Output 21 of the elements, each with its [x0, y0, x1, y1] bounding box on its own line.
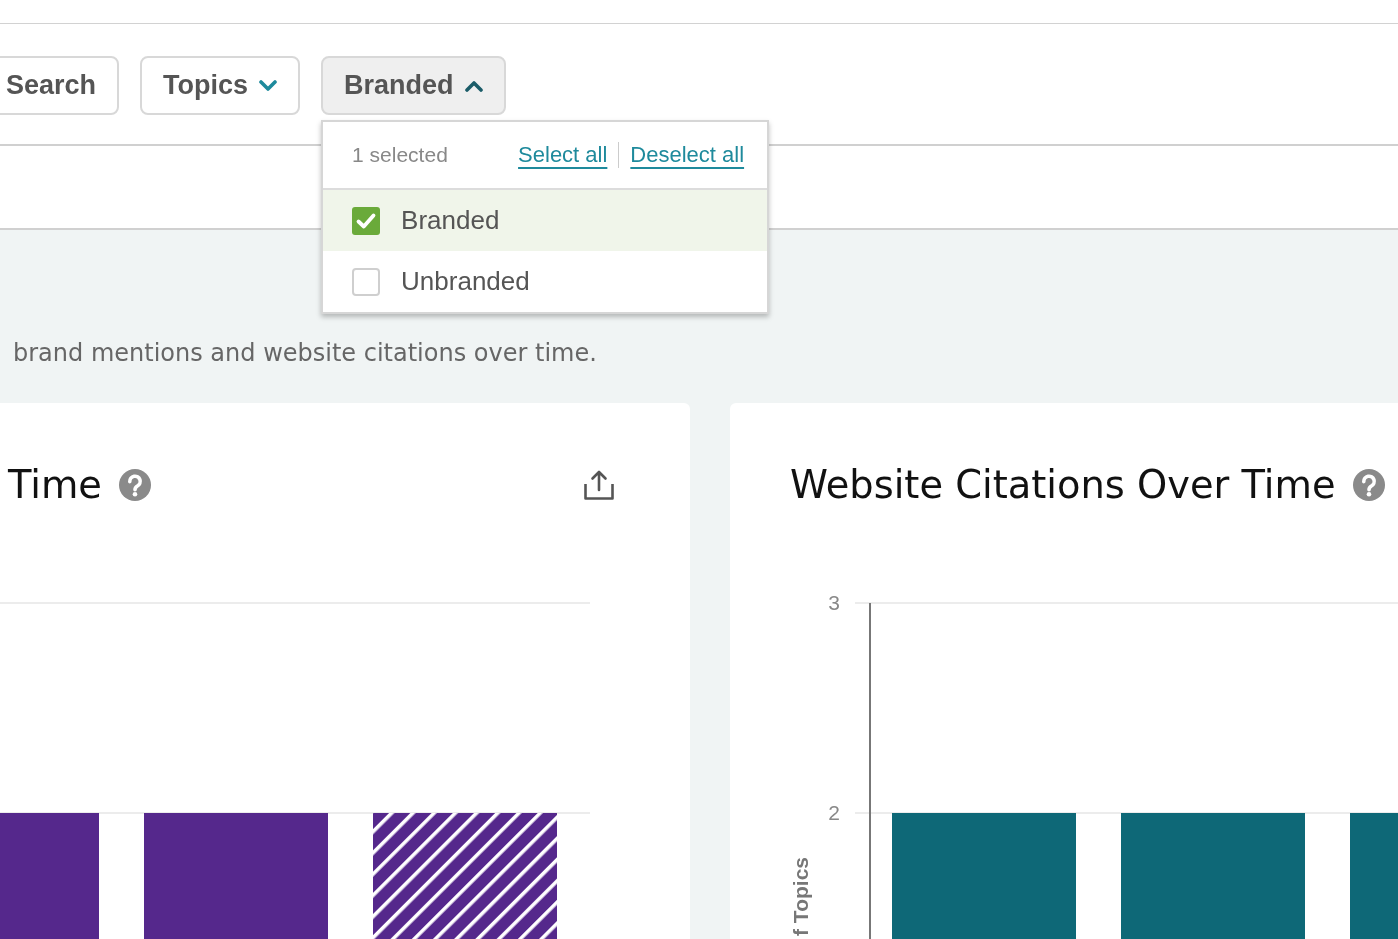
menu-option[interactable]: Unbranded	[323, 251, 768, 312]
filter-button[interactable]: Topics	[140, 56, 301, 115]
chevron-down-icon	[259, 79, 278, 92]
tick-label: 3	[828, 591, 840, 614]
menu-option[interactable]: Branded	[323, 190, 768, 251]
chart-title: Website Citations Over Time	[790, 461, 1336, 509]
select-all-link[interactable]: Select all	[518, 142, 608, 168]
selection-count: 1 selected	[352, 143, 449, 167]
help-icon[interactable]	[1352, 469, 1385, 501]
tick-label: 2	[828, 801, 840, 824]
description-text: brand mentions and website citations over time.	[13, 338, 598, 369]
deselect-all-link[interactable]: Deselect all	[630, 142, 745, 168]
help-icon[interactable]	[118, 469, 151, 501]
checkbox[interactable]	[352, 206, 381, 235]
chevron-up-icon	[464, 79, 483, 92]
filter-button[interactable]: Branded	[321, 56, 506, 115]
filter-button[interactable]: Search	[0, 56, 120, 115]
checkbox[interactable]	[352, 267, 381, 296]
upload-icon[interactable]	[584, 470, 614, 500]
axis-label: f Topics	[789, 857, 812, 936]
chart-title: Time	[8, 461, 102, 509]
